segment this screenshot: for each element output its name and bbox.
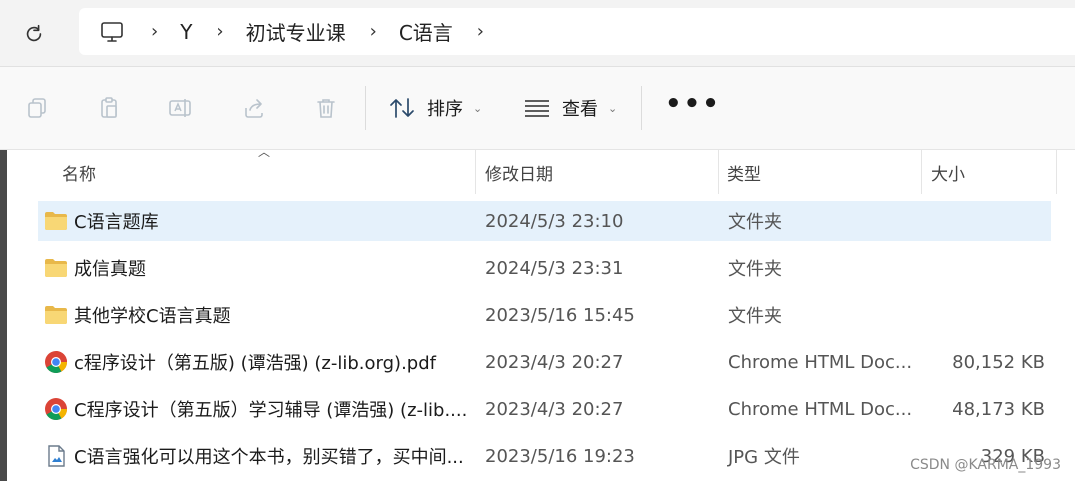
clipboard-icon <box>101 97 117 118</box>
copy-icon <box>28 98 46 118</box>
table-row[interactable]: C语言强化可以用这个本书，别买错了，买中间... 2023/5/16 19:23… <box>38 436 1051 476</box>
view-label: 查看 <box>562 99 598 120</box>
chevron-right-icon[interactable]: › <box>151 21 158 42</box>
watermark: CSDN @KARMA_1993 <box>910 457 1061 473</box>
column-header: 名称 修改日期 类型 大小 <box>12 150 1075 194</box>
file-name: C语言强化可以用这个本书，别买错了，买中间... <box>74 447 464 468</box>
paste-button[interactable] <box>94 93 124 123</box>
file-size: 48,173 KB <box>952 398 1045 420</box>
file-type: 文件夹 <box>728 259 782 280</box>
column-header-size[interactable]: 大小 <box>931 150 965 194</box>
copy-button[interactable] <box>22 93 52 123</box>
table-row[interactable]: C程序设计（第五版）学习辅导 (谭浩强) (z-lib.... 2023/4/3… <box>38 389 1051 429</box>
this-pc-button[interactable] <box>97 17 127 47</box>
delete-button[interactable] <box>311 93 341 123</box>
more-options-button[interactable]: ••• <box>665 89 721 119</box>
file-date: 2023/5/16 15:45 <box>485 304 635 326</box>
monitor-icon <box>101 21 123 42</box>
column-header-name[interactable]: 名称 <box>62 150 96 194</box>
image-file-icon <box>48 445 65 467</box>
file-name: 其他学校C语言真题 <box>74 306 231 327</box>
toolbar-divider <box>641 86 642 130</box>
chevron-down-icon: ⌄ <box>473 101 483 115</box>
table-row[interactable]: 其他学校C语言真题 2023/5/16 15:45 文件夹 <box>38 295 1051 335</box>
column-divider[interactable] <box>921 150 922 194</box>
sort-ascending-icon: ︿ <box>258 145 271 159</box>
view-list-icon <box>525 100 549 117</box>
rename-button[interactable] <box>166 93 196 123</box>
file-type: 文件夹 <box>728 306 782 327</box>
breadcrumb-item-y[interactable]: Y <box>180 20 192 44</box>
rename-icon <box>169 99 191 117</box>
file-type: 文件夹 <box>728 212 782 233</box>
view-button[interactable]: 查看 ⌄ <box>524 93 617 123</box>
chevron-down-icon: ⌄ <box>608 101 618 115</box>
file-date: 2023/5/16 19:23 <box>485 445 635 467</box>
sort-icon <box>390 98 414 118</box>
column-divider[interactable] <box>718 150 719 194</box>
file-size: 80,152 KB <box>952 351 1045 373</box>
table-row[interactable]: c程序设计（第五版) (谭浩强) (z-lib.org).pdf 2023/4/… <box>38 342 1051 382</box>
breadcrumb-item-course[interactable]: 初试专业课 <box>246 17 346 46</box>
chevron-right-icon[interactable]: › <box>370 21 377 42</box>
file-type: Chrome HTML Doc... <box>728 351 913 373</box>
sort-label: 排序 <box>427 99 463 120</box>
table-row[interactable]: C语言题库 2024/5/3 23:10 文件夹 <box>38 201 1051 241</box>
refresh-button[interactable] <box>18 18 50 50</box>
chrome-icon <box>45 351 67 373</box>
refresh-icon <box>26 24 42 42</box>
share-icon <box>245 99 263 118</box>
file-date: 2023/4/3 20:27 <box>485 398 624 420</box>
chevron-right-icon[interactable]: › <box>216 21 223 42</box>
file-type: Chrome HTML Doc... <box>728 398 913 420</box>
file-date: 2024/5/3 23:10 <box>485 210 624 232</box>
file-name: 成信真题 <box>74 259 146 280</box>
column-header-date[interactable]: 修改日期 <box>485 150 553 194</box>
navigation-pane-edge <box>0 150 7 481</box>
column-header-type[interactable]: 类型 <box>727 150 761 194</box>
file-type: JPG 文件 <box>728 447 800 468</box>
chrome-icon <box>45 398 67 420</box>
toolbar-divider <box>365 86 366 130</box>
column-divider[interactable] <box>1056 150 1057 194</box>
file-name: C语言题库 <box>74 212 159 233</box>
chevron-right-icon[interactable]: › <box>477 21 484 42</box>
folder-icon <box>45 212 67 230</box>
folder-icon <box>45 259 67 277</box>
file-date: 2024/5/3 23:31 <box>485 257 624 279</box>
folder-icon <box>45 306 67 324</box>
command-bar: 排序 ⌄ 查看 ⌄ ••• <box>0 67 1075 150</box>
trash-icon <box>317 99 335 118</box>
column-divider[interactable] <box>475 150 476 194</box>
table-row[interactable]: 成信真题 2024/5/3 23:31 文件夹 <box>38 248 1051 288</box>
address-bar: › Y › 初试专业课 › C语言 › <box>0 0 1075 67</box>
breadcrumb[interactable]: › Y › 初试专业课 › C语言 › <box>79 8 1075 55</box>
file-name: C程序设计（第五版）学习辅导 (谭浩强) (z-lib.... <box>74 400 468 421</box>
file-name: c程序设计（第五版) (谭浩强) (z-lib.org).pdf <box>74 353 436 374</box>
sort-button[interactable]: 排序 ⌄ <box>389 93 482 123</box>
share-button[interactable] <box>239 93 269 123</box>
breadcrumb-item-c-language[interactable]: C语言 <box>399 17 453 46</box>
file-date: 2023/4/3 20:27 <box>485 351 624 373</box>
